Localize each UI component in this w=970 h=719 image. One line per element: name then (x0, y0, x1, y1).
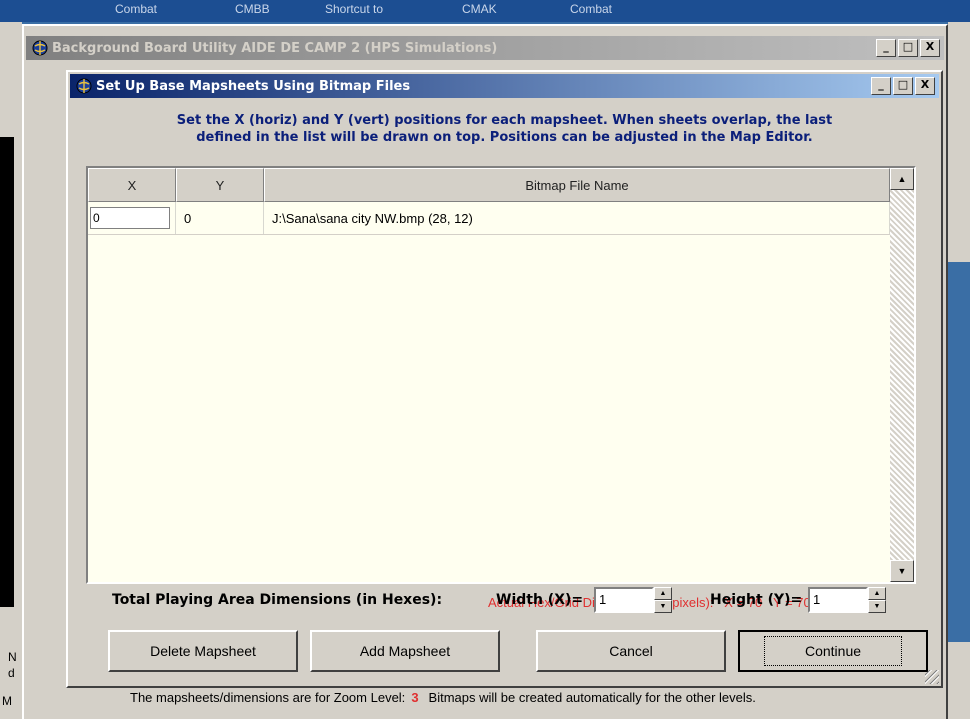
app-globe-icon (32, 40, 48, 56)
dialog-title: Set Up Base Mapsheets Using Bitmap Files (96, 78, 411, 94)
width-input[interactable]: 1 (594, 587, 654, 613)
width-label: Width (X)= (496, 592, 584, 608)
desktop-taskbar-strip: Combat CMBB Shortcut to CMAK Combat (0, 0, 970, 22)
zoom-level-value: 3 (411, 690, 419, 705)
width-spinner[interactable]: 1 ▲ ▼ (594, 587, 672, 613)
outer-maximize-button[interactable]: □ (898, 39, 918, 57)
cancel-button[interactable]: Cancel (536, 630, 726, 672)
background-text: d (8, 666, 15, 680)
width-up-arrow-icon[interactable]: ▲ (654, 587, 672, 600)
desktop-icon-label[interactable]: Combat (115, 2, 157, 16)
background-text: M (2, 694, 12, 708)
zoom-note-prefix: The mapsheets/dimensions are for Zoom Le… (130, 690, 406, 705)
cell-x[interactable]: 0 (88, 202, 176, 234)
dialog-title-bar[interactable]: Set Up Base Mapsheets Using Bitmap Files… (70, 74, 939, 98)
background-window-left: N d M (0, 22, 22, 719)
x-position-input[interactable]: 0 (90, 207, 170, 229)
dialog-minimize-button[interactable]: _ (871, 77, 891, 95)
outer-close-button[interactable]: X (920, 39, 940, 57)
background-text: N (8, 650, 17, 664)
cell-y[interactable]: 0 (176, 202, 264, 234)
height-up-arrow-icon[interactable]: ▲ (868, 587, 886, 600)
grid-header: X Y Bitmap File Name (88, 168, 890, 202)
background-panel (948, 262, 970, 642)
scroll-up-arrow-icon[interactable]: ▲ (890, 168, 914, 190)
outer-window-title: Background Board Utility AIDE DE CAMP 2 … (52, 40, 498, 56)
outer-title-bar[interactable]: Background Board Utility AIDE DE CAMP 2 … (26, 36, 944, 60)
mapsheet-grid[interactable]: X Y Bitmap File Name 0 0 J:\Sana\sana ci… (86, 166, 916, 584)
zoom-level-note: The mapsheets/dimensions are for Zoom Le… (130, 690, 756, 705)
instructions-line: defined in the list will be drawn on top… (196, 130, 813, 145)
resize-grip-icon[interactable] (925, 670, 939, 684)
zoom-note-suffix: Bitmaps will be created automatically fo… (428, 690, 756, 705)
instructions-text: Set the X (horiz) and Y (vert) positions… (88, 112, 921, 146)
desktop-icon-label[interactable]: CMAK (462, 2, 497, 16)
cell-file-name[interactable]: J:\Sana\sana city NW.bmp (28, 12) (264, 202, 890, 234)
height-label: Height (Y)= (710, 592, 803, 608)
width-down-arrow-icon[interactable]: ▼ (654, 600, 672, 613)
height-input[interactable]: 1 (808, 587, 868, 613)
continue-button-label: Continue (763, 636, 903, 666)
dialog-close-button[interactable]: X (915, 77, 935, 95)
instructions-line: Set the X (horiz) and Y (vert) positions… (176, 113, 833, 128)
app-globe-icon (76, 78, 92, 94)
desktop-icon-label[interactable]: Shortcut to (325, 2, 383, 16)
desktop-icon-label[interactable]: CMBB (235, 2, 270, 16)
grid-vertical-scrollbar[interactable]: ▲ ▼ (890, 168, 914, 582)
total-area-label: Total Playing Area Dimensions (in Hexes)… (112, 592, 443, 608)
dialog-maximize-button[interactable]: □ (893, 77, 913, 95)
outer-window: Background Board Utility AIDE DE CAMP 2 … (22, 24, 948, 719)
desktop-icon-label[interactable]: Combat (570, 2, 612, 16)
mapsheet-dialog: Set Up Base Mapsheets Using Bitmap Files… (66, 70, 943, 705)
background-panel (0, 137, 14, 607)
column-header-x[interactable]: X (88, 168, 176, 202)
scroll-down-arrow-icon[interactable]: ▼ (890, 560, 914, 582)
add-mapsheet-button[interactable]: Add Mapsheet (310, 630, 500, 672)
table-row[interactable]: 0 0 J:\Sana\sana city NW.bmp (28, 12) (88, 202, 890, 235)
height-down-arrow-icon[interactable]: ▼ (868, 600, 886, 613)
outer-minimize-button[interactable]: _ (876, 39, 896, 57)
column-header-y[interactable]: Y (176, 168, 264, 202)
delete-mapsheet-button[interactable]: Delete Mapsheet (108, 630, 298, 672)
background-window-right (948, 22, 970, 719)
continue-button[interactable]: Continue (738, 630, 928, 672)
column-header-file[interactable]: Bitmap File Name (264, 168, 890, 202)
height-spinner[interactable]: 1 ▲ ▼ (808, 587, 886, 613)
